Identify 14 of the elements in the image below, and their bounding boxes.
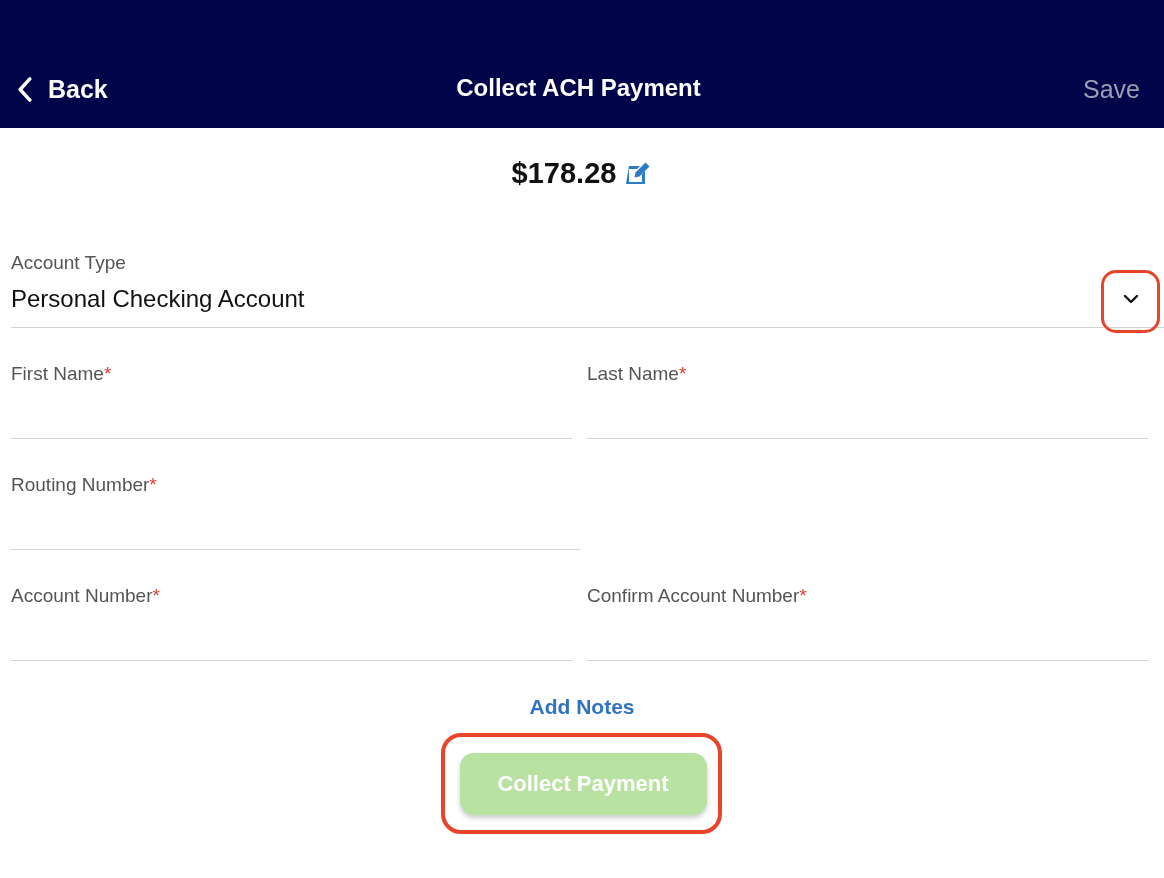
edit-icon[interactable] <box>626 161 653 185</box>
field-label: Routing Number* <box>11 474 157 496</box>
field-label: Confirm Account Number* <box>587 585 807 607</box>
field-label: Account Type <box>11 252 126 274</box>
add-notes-link[interactable]: Add Notes <box>529 694 635 720</box>
account-type-dropdown[interactable]: Personal Checking Account <box>11 284 1164 328</box>
field-label: First Name* <box>11 363 112 385</box>
chevron-left-icon <box>17 77 33 102</box>
field-label: Last Name* <box>587 363 687 385</box>
screen-title: Collect ACH Payment <box>456 73 701 103</box>
chevron-down-icon <box>1123 294 1139 304</box>
back-button[interactable]: Back <box>17 75 108 104</box>
field-label: Account Number* <box>11 585 160 607</box>
payment-amount: $178.28 <box>511 156 617 190</box>
